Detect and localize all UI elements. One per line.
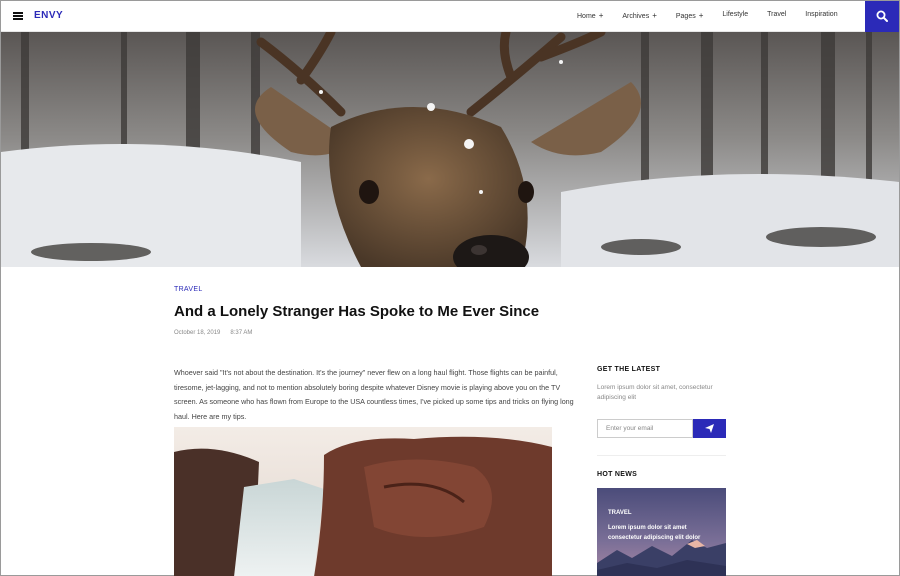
nav-item-archives[interactable]: Archives + <box>622 11 657 20</box>
sidebar-divider <box>597 455 726 456</box>
plus-icon: + <box>652 11 657 20</box>
nav-item-lifestyle[interactable]: Lifestyle <box>722 11 748 20</box>
nav-item-inspiration[interactable]: Inspiration <box>805 11 837 20</box>
article-body: Whoever said "It's not about the destina… <box>174 368 574 421</box>
article-category[interactable]: TRAVEL <box>174 286 203 293</box>
plus-icon: + <box>598 11 604 20</box>
site-header: ENVY Home + Archives + Pages + Lifestyle Tr… <box>1 1 899 32</box>
search-icon <box>876 10 888 22</box>
newsletter-form <box>597 419 726 438</box>
article-title: And a Lonely Stranger Has Spoke to Me Ev… <box>174 303 540 320</box>
sidebar-latest-heading: GET THE LATEST <box>597 366 661 373</box>
hot-news-card[interactable]: TRAVEL Lorem ipsum dolor sit amet consec… <box>597 488 726 576</box>
hot-news-title: Lorem ipsum dolor sit amet consectetur a… <box>608 525 701 541</box>
subscribe-button[interactable] <box>693 419 726 438</box>
plus-icon: + <box>698 11 704 20</box>
sidebar-hot-news-heading: HOT NEWS <box>597 471 638 478</box>
article-meta: October 18, 2019 8:37 AM <box>174 330 252 336</box>
sidebar-latest-description: Lorem ipsum dolor sit amet, consectetur … <box>597 384 713 401</box>
article-date: October 18, 2019 <box>174 330 221 336</box>
article-time: 8:37 AM <box>230 330 253 336</box>
site-logo[interactable]: ENVY <box>34 10 63 21</box>
paper-plane-icon <box>705 424 714 433</box>
main-nav: Home + Archives + Pages + Lifestyle Travel … <box>577 11 857 20</box>
search-button[interactable] <box>865 1 899 32</box>
nav-item-home[interactable]: Home + <box>577 11 603 20</box>
hot-news-category: TRAVEL <box>608 510 632 516</box>
email-input[interactable] <box>597 419 693 438</box>
nav-item-pages[interactable]: Pages + <box>676 11 704 20</box>
hamburger-icon[interactable] <box>13 12 23 20</box>
nav-item-travel[interactable]: Travel <box>767 11 786 20</box>
hero-image <box>1 32 899 267</box>
article-image <box>174 427 552 576</box>
